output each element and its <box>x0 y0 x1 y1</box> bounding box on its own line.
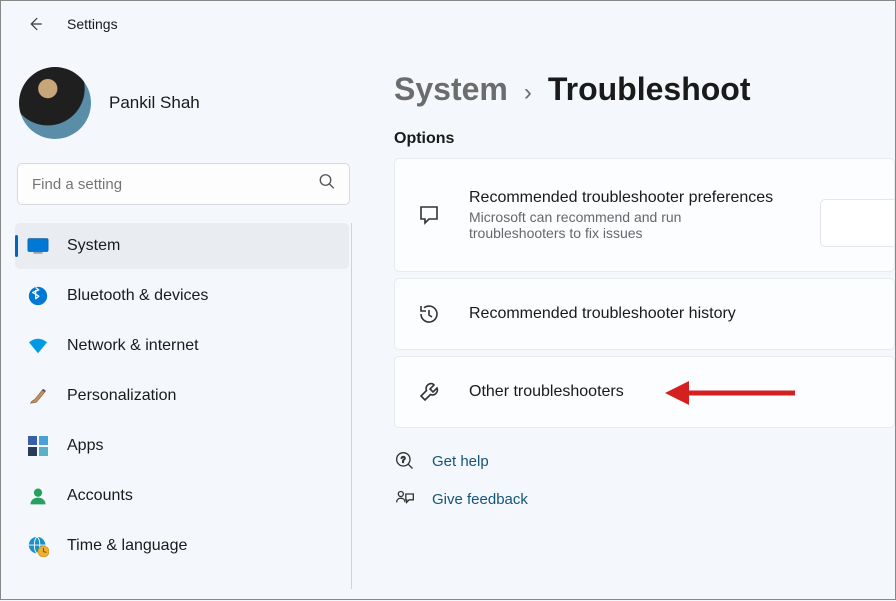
apps-icon <box>27 435 49 457</box>
feedback-icon <box>394 488 416 510</box>
avatar <box>19 67 91 139</box>
sidebar-item-label: Personalization <box>67 387 176 405</box>
globe-clock-icon <box>27 535 49 557</box>
app-title: Settings <box>67 16 118 32</box>
profile-block[interactable]: Pankil Shah <box>15 61 352 157</box>
card-title: Other troubleshooters <box>469 383 624 401</box>
sidebar-item-label: Network & internet <box>67 337 199 355</box>
profile-name: Pankil Shah <box>109 93 200 113</box>
help-link-label: Get help <box>432 453 489 470</box>
chevron-right-icon: › <box>524 79 532 107</box>
card-subtitle: Microsoft can recommend and run troubles… <box>469 209 749 241</box>
annotation-arrow <box>665 377 795 409</box>
person-icon <box>27 485 49 507</box>
wrench-icon <box>415 378 443 406</box>
sidebar-item-accounts[interactable]: Accounts <box>15 473 349 519</box>
card-action-dropdown[interactable] <box>820 199 894 247</box>
bluetooth-icon <box>27 285 49 307</box>
help-icon: ? <box>394 450 416 472</box>
sidebar-item-system[interactable]: System <box>15 223 349 269</box>
sidebar-item-personalization[interactable]: Personalization <box>15 373 349 419</box>
back-button[interactable] <box>19 8 51 40</box>
sidebar-item-time-language[interactable]: Time & language <box>15 523 349 569</box>
back-arrow-icon <box>26 15 44 33</box>
card-recommended-preferences[interactable]: Recommended troubleshooter preferences M… <box>394 158 895 272</box>
sidebar-item-bluetooth[interactable]: Bluetooth & devices <box>15 273 349 319</box>
breadcrumb: System › Troubleshoot <box>394 71 895 108</box>
get-help-link[interactable]: ? Get help <box>394 450 895 472</box>
sidebar-item-label: Apps <box>67 437 103 455</box>
card-title: Recommended troubleshooter history <box>469 305 736 323</box>
sidebar-item-label: Time & language <box>67 537 187 555</box>
help-link-label: Give feedback <box>432 491 528 508</box>
svg-text:?: ? <box>401 455 406 465</box>
monitor-icon <box>27 235 49 257</box>
wifi-icon <box>27 335 49 357</box>
card-other-troubleshooters[interactable]: Other troubleshooters <box>394 356 895 428</box>
sidebar-item-apps[interactable]: Apps <box>15 423 349 469</box>
search-icon <box>318 173 336 196</box>
card-troubleshooter-history[interactable]: Recommended troubleshooter history <box>394 278 895 350</box>
search-input[interactable] <box>17 163 350 205</box>
history-icon <box>415 300 443 328</box>
chat-icon <box>415 201 443 229</box>
sidebar-item-label: Bluetooth & devices <box>67 287 208 305</box>
sidebar-item-label: Accounts <box>67 487 133 505</box>
give-feedback-link[interactable]: Give feedback <box>394 488 895 510</box>
sidebar-item-label: System <box>67 237 120 255</box>
page-title: Troubleshoot <box>548 71 751 108</box>
section-label: Options <box>394 130 895 148</box>
breadcrumb-parent[interactable]: System <box>394 71 508 108</box>
sidebar-item-network[interactable]: Network & internet <box>15 323 349 369</box>
card-title: Recommended troubleshooter preferences <box>469 189 773 207</box>
paintbrush-icon <box>27 385 49 407</box>
